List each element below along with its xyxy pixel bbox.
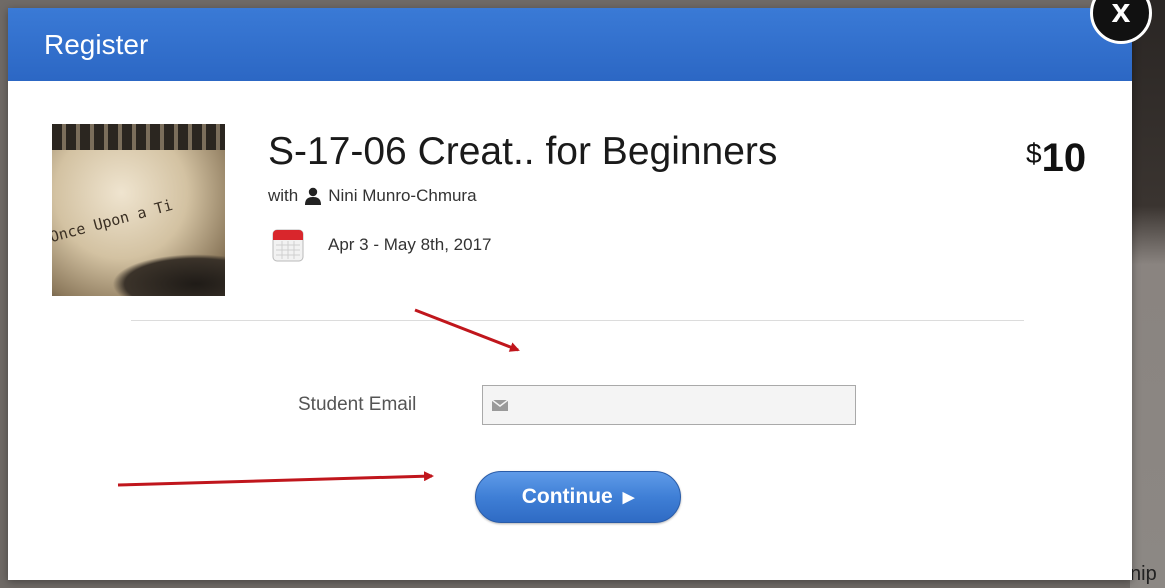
course-title: S-17-06 Creat.. for Beginners (268, 130, 778, 173)
price-currency: $ (1026, 138, 1042, 169)
student-email-label: Student Email (298, 394, 417, 415)
course-price: $ 10 (1026, 136, 1086, 181)
mail-icon (483, 399, 517, 411)
student-email-input[interactable] (517, 385, 855, 425)
course-thumbnail-text: Once Upon a Ti (52, 195, 175, 247)
register-dialog: Register Once Upon a Ti S-17-06 Creat.. … (8, 8, 1132, 580)
price-amount: 10 (1041, 136, 1087, 180)
student-email-field[interactable] (482, 385, 856, 425)
calendar-icon (272, 228, 304, 262)
typewriter-keys (52, 124, 225, 150)
continue-label: Continue (521, 485, 613, 508)
play-icon: ▶ (622, 489, 635, 506)
dialog-header: Register (8, 8, 1132, 81)
background-text: nip (1130, 563, 1157, 585)
course-thumbnail: Once Upon a Ti (52, 124, 225, 296)
person-icon (304, 187, 322, 205)
continue-button[interactable]: Continue ▶ (475, 471, 681, 523)
background-page (1130, 0, 1165, 588)
course-dates: Apr 3 - May 8th, 2017 (272, 228, 491, 262)
dialog-title: Register (44, 28, 149, 60)
instructor-line: with Nini Munro-Chmura (268, 186, 477, 206)
with-label: with (268, 186, 299, 205)
course-date-range: Apr 3 - May 8th, 2017 (328, 235, 492, 254)
typewriter-roller (112, 254, 225, 296)
section-divider (131, 320, 1024, 321)
instructor-name: Nini Munro-Chmura (328, 186, 477, 205)
